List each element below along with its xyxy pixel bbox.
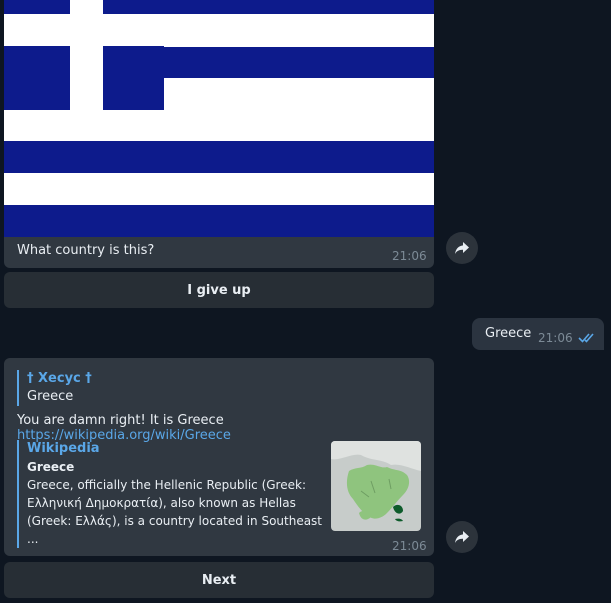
outgoing-message: Greece 21:06 [472, 318, 604, 350]
quoted-author: † Хесус † [27, 371, 92, 386]
reply-message: † Хесус † Greece You are damn right! It … [4, 358, 434, 556]
share-button-2[interactable] [446, 521, 478, 553]
outgoing-message-text: Greece [485, 326, 532, 341]
reply-message-time: 21:06 [392, 539, 427, 553]
share-icon [455, 531, 469, 543]
message-time: 21:06 [392, 249, 427, 263]
outgoing-message-time: 21:06 [538, 331, 573, 345]
reply-text: You are damn right! It is Greece https:/… [17, 413, 434, 443]
message-caption: What country is this? [17, 243, 155, 258]
link-preview[interactable]: Wikipedia Greece Greece, officially the … [17, 440, 327, 548]
greece-flag-image[interactable] [4, 0, 434, 237]
preview-site-name: Wikipedia [27, 441, 100, 456]
give-up-button[interactable]: I give up [4, 272, 434, 308]
preview-description: Greece, officially the Hellenic Republic… [27, 478, 323, 546]
preview-map-image[interactable] [331, 441, 421, 531]
flag-photo-message: What country is this? 21:06 [4, 0, 434, 268]
share-button[interactable] [446, 232, 478, 264]
preview-title: Greece [27, 460, 75, 474]
reply-text-body: You are damn right! It is Greece [17, 413, 224, 428]
double-check-icon [578, 333, 594, 343]
next-button[interactable]: Next [4, 562, 434, 598]
reply-quote[interactable]: † Хесус † Greece [17, 370, 92, 406]
share-icon [455, 242, 469, 254]
quoted-text: Greece [27, 389, 74, 404]
